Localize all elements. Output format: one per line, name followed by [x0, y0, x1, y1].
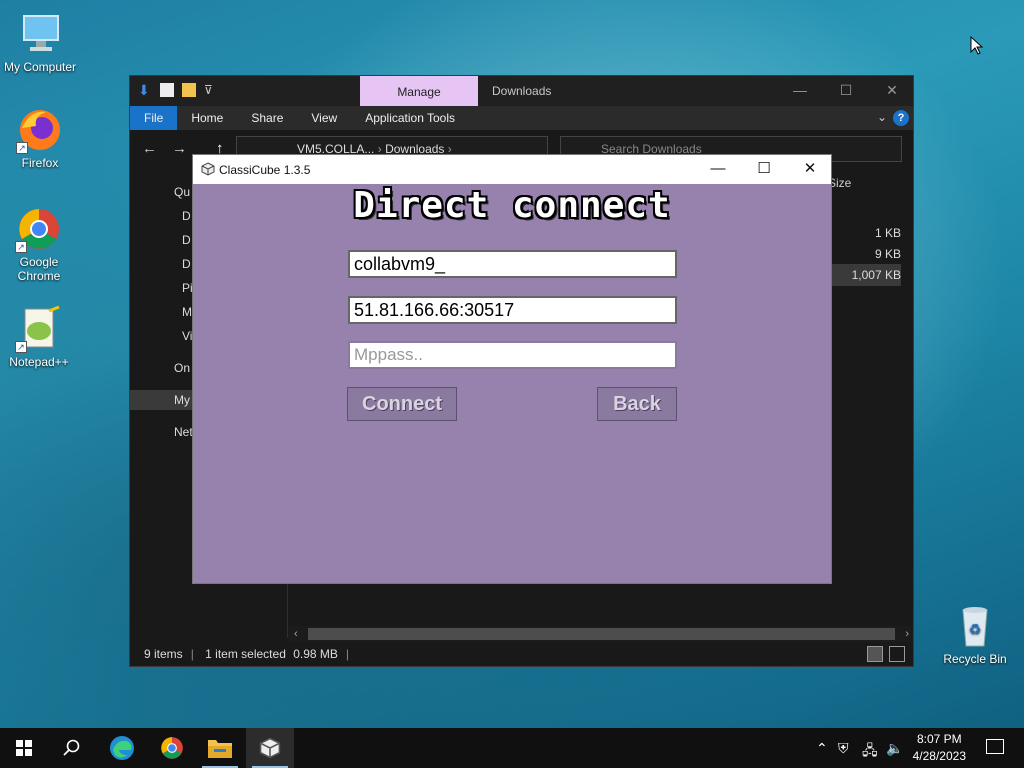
shortcut-arrow-icon: ↗ [15, 241, 27, 253]
status-selection: 1 item selected [205, 647, 286, 661]
search-button[interactable] [48, 728, 96, 768]
nav-item[interactable]: Net [174, 422, 193, 442]
classicube-titlebar[interactable]: ClassiCube 1.3.5 — ☐ ✕ [193, 155, 831, 184]
tab-share[interactable]: Share [237, 106, 297, 130]
nav-item[interactable]: Qu [174, 182, 190, 202]
desktop-icon-label: Google Chrome [17, 255, 61, 283]
file-size: 9 KB [874, 247, 901, 261]
scroll-right-icon[interactable]: › [905, 626, 909, 642]
file-size: 1 KB [874, 226, 901, 240]
ribbon-tabs: File Home Share View Application Tools ⌄… [130, 106, 913, 130]
mppass-input[interactable]: Mppass.. [348, 341, 677, 369]
desktop-icon-chrome[interactable]: ↗ Google Chrome [0, 205, 79, 283]
security-shield-icon[interactable]: ⛨ [838, 740, 849, 757]
volume-icon[interactable]: 🔈 [886, 740, 903, 757]
tab-application-tools[interactable]: Application Tools [351, 106, 469, 130]
explorer-minimize-button[interactable]: — [777, 76, 823, 106]
network-icon[interactable]: 🖧 [862, 740, 878, 764]
tab-view[interactable]: View [297, 106, 351, 130]
svg-text:♻: ♻ [969, 621, 982, 637]
desktop-icon-my-computer[interactable]: My Computer [0, 10, 80, 74]
nav-item[interactable]: D [182, 230, 191, 250]
help-icon[interactable]: ? [893, 110, 909, 126]
quick-access-toolbar: ⬇ ⊽ [138, 83, 218, 97]
notepadpp-icon: ↗ [15, 305, 63, 353]
ribbon-expand-chevron-icon[interactable]: ⌄ [877, 110, 887, 124]
forward-arrow-icon[interactable]: → [172, 140, 187, 157]
tab-file[interactable]: File [130, 106, 178, 130]
chrome-icon: ↗ [15, 205, 63, 253]
shortcut-arrow-icon: ↗ [16, 142, 28, 154]
status-size: 0.98 MB [293, 647, 338, 661]
taskbar-clock[interactable]: 8:07 PM 4/28/2023 [913, 731, 966, 765]
taskbar-edge[interactable] [98, 728, 146, 768]
horizontal-scrollbar[interactable]: ‹ › [288, 626, 913, 642]
start-button[interactable] [0, 728, 48, 768]
tab-home[interactable]: Home [177, 106, 237, 130]
classicube-minimize-button[interactable]: — [695, 155, 741, 184]
direct-connect-heading: Direct connect [353, 185, 671, 226]
search-icon [63, 739, 80, 756]
shortcut-arrow-icon: ↗ [15, 341, 27, 353]
windows-logo-icon [16, 740, 32, 756]
desktop-icon-notepadpp[interactable]: ↗ Notepad++ [0, 305, 79, 369]
nav-item[interactable]: On [174, 358, 190, 378]
username-input[interactable]: collabvm9_ [348, 250, 677, 278]
edge-icon [110, 736, 134, 760]
classicube-maximize-button[interactable]: ☐ [741, 155, 787, 184]
taskbar-file-explorer[interactable] [196, 728, 244, 768]
monitor-icon [16, 10, 64, 58]
server-address-input[interactable]: 51.81.166.66:30517 [348, 296, 677, 324]
status-bar: 9 items | 1 item selected 0.98 MB | [130, 642, 913, 666]
details-view-icon[interactable] [867, 646, 883, 662]
scroll-left-icon[interactable]: ‹ [294, 626, 298, 642]
taskbar: ⌃ ⛨ 🖧 🔈 8:07 PM 4/28/2023 [0, 728, 1024, 768]
show-hidden-icons-chevron-icon[interactable]: ⌃ [816, 740, 828, 757]
desktop-icon-firefox[interactable]: ↗ Firefox [0, 106, 80, 170]
nav-item[interactable]: Vi [182, 326, 192, 346]
file-size: 1,007 KB [851, 268, 901, 282]
classicube-window-title: ClassiCube 1.3.5 [219, 163, 311, 177]
explorer-window-title: Downloads [492, 84, 552, 98]
classicube-cube-icon [259, 737, 281, 759]
classicube-window[interactable]: ClassiCube 1.3.5 — ☐ ✕ Direct connect co… [192, 154, 832, 584]
chrome-icon [161, 737, 183, 759]
explorer-titlebar[interactable]: ⬇ ⊽ Manage Downloads — ☐ ✕ [130, 76, 913, 106]
new-folder-icon[interactable] [182, 83, 196, 97]
back-button[interactable]: Back [597, 387, 677, 421]
notification-center-icon[interactable] [986, 739, 1004, 754]
explorer-close-button[interactable]: ✕ [869, 76, 915, 106]
clock-date: 4/28/2023 [912, 749, 966, 763]
status-item-count: 9 items [144, 647, 183, 661]
download-arrow-icon: ⬇ [138, 82, 150, 98]
nav-item[interactable]: M [182, 302, 192, 322]
recycle-bin-icon: ♻ [951, 602, 999, 650]
connect-button[interactable]: Connect [347, 387, 457, 421]
explorer-maximize-button[interactable]: ☐ [823, 76, 869, 106]
classicube-cube-icon [201, 162, 215, 176]
nav-item[interactable]: D [182, 254, 191, 274]
properties-icon[interactable] [160, 83, 174, 97]
desktop-icon-label: Recycle Bin [943, 652, 1007, 666]
tab-manage[interactable]: Manage [360, 76, 478, 106]
clock-time: 8:07 PM [916, 732, 962, 746]
desktop-icon-label: My Computer [3, 60, 77, 74]
firefox-icon: ↗ [16, 106, 64, 154]
mouse-cursor-icon [970, 36, 984, 55]
desktop-icon-label: Notepad++ [9, 355, 69, 369]
classicube-close-button[interactable]: ✕ [787, 155, 833, 184]
nav-item-label: My [174, 393, 190, 407]
large-icons-view-icon[interactable] [889, 646, 905, 662]
nav-item[interactable]: D [182, 206, 191, 226]
folder-icon [208, 740, 232, 758]
desktop-icon-label: Firefox [21, 156, 59, 170]
back-arrow-icon[interactable]: ← [142, 140, 157, 157]
taskbar-classicube[interactable] [246, 728, 294, 768]
qat-dropdown-icon[interactable]: ⊽ [204, 83, 218, 97]
scrollbar-thumb[interactable] [308, 628, 895, 640]
taskbar-chrome[interactable] [148, 728, 196, 768]
desktop-icon-recycle-bin[interactable]: ♻ Recycle Bin [935, 602, 1015, 666]
